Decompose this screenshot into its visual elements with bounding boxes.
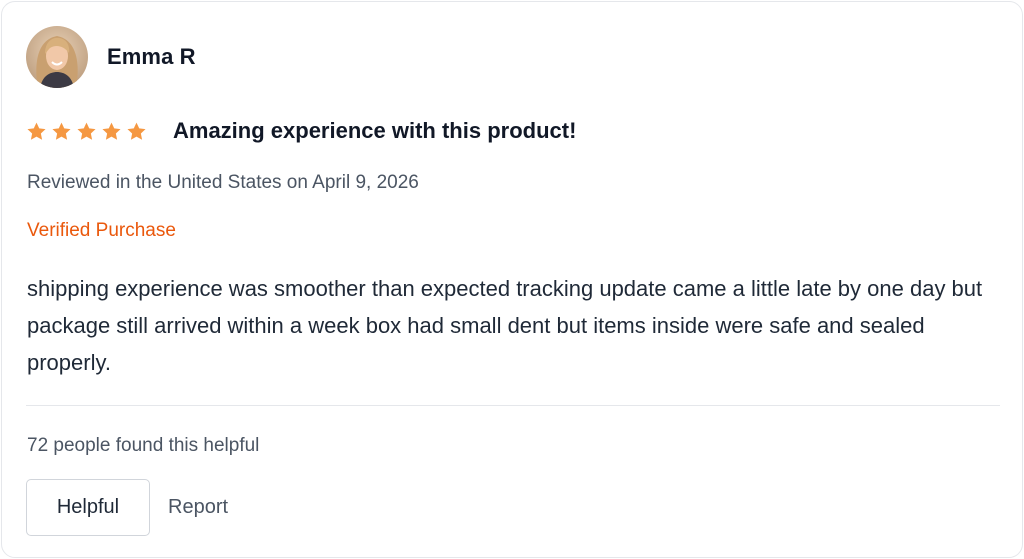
reviewer-header: Emma R	[26, 26, 196, 88]
report-link[interactable]: Report	[168, 496, 228, 519]
review-date: Reviewed in the United States on April 9…	[27, 172, 419, 193]
avatar-image	[26, 26, 88, 88]
star-rating	[26, 121, 147, 142]
review-body: shipping experience was smoother than ex…	[27, 276, 983, 375]
rating-row: Amazing experience with this product!	[26, 116, 576, 146]
star-icon	[77, 122, 96, 140]
review-card: Emma R Amazing experience with this prod…	[1, 1, 1023, 558]
review-title: Amazing experience with this product!	[173, 118, 577, 143]
divider	[26, 405, 1000, 406]
star-icon	[52, 122, 71, 140]
helpful-count: 72 people found this helpful	[27, 435, 260, 456]
review-actions: Helpful Report	[26, 479, 228, 536]
reviewer-name: Emma R	[107, 44, 196, 69]
star-icon	[27, 122, 46, 140]
avatar	[26, 26, 88, 88]
star-icon	[102, 122, 121, 140]
star-icon	[127, 122, 146, 140]
verified-purchase-badge: Verified Purchase	[27, 220, 176, 241]
helpful-button[interactable]: Helpful	[26, 479, 150, 536]
